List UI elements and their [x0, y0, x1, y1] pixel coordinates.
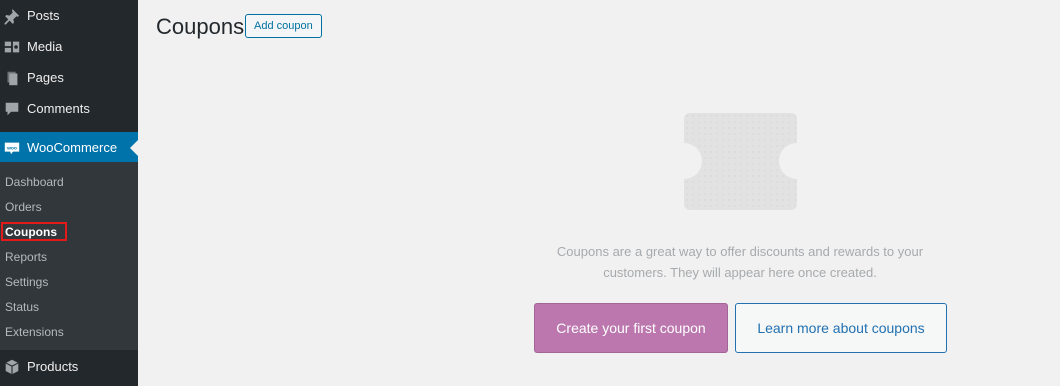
sidebar-item-label: Media	[27, 39, 63, 54]
sidebar-item-label: Pages	[27, 70, 64, 85]
sidebar-item-pages[interactable]: Pages	[0, 62, 138, 93]
sidebar-item-label: Products	[27, 359, 79, 374]
products-icon	[3, 358, 21, 376]
pages-icon	[3, 69, 21, 87]
submenu-item-extensions[interactable]: Extensions	[5, 322, 64, 342]
sidebar-item-woocommerce[interactable]: woo WooCommerce	[0, 132, 138, 163]
empty-state-line-2: customers. They will appear here once cr…	[603, 265, 877, 280]
woocommerce-icon: woo	[3, 139, 21, 157]
sidebar-item-products[interactable]: Products	[0, 351, 138, 382]
woocommerce-submenu: Dashboard Orders Coupons Reports Setting…	[0, 162, 138, 350]
sidebar-item-label: Comments	[27, 101, 90, 116]
media-icon	[3, 38, 21, 56]
pin-icon	[3, 7, 21, 25]
sidebar-item-posts[interactable]: Posts	[0, 0, 138, 31]
svg-text:woo: woo	[6, 146, 17, 151]
submenu-item-reports[interactable]: Reports	[5, 247, 47, 267]
sidebar-item-label: WooCommerce	[27, 140, 118, 155]
sidebar-item-label: Posts	[27, 8, 60, 23]
empty-state-message: Coupons are a great way to offer discoun…	[520, 241, 960, 283]
submenu-item-settings[interactable]: Settings	[5, 272, 48, 292]
create-first-coupon-button[interactable]: Create your first coupon	[534, 303, 728, 353]
submenu-item-orders[interactable]: Orders	[5, 197, 42, 217]
add-coupon-button[interactable]: Add coupon	[245, 14, 322, 38]
comment-icon	[3, 100, 21, 118]
submenu-item-status[interactable]: Status	[5, 297, 39, 317]
submenu-item-dashboard[interactable]: Dashboard	[5, 172, 64, 192]
sidebar-item-comments[interactable]: Comments	[0, 93, 138, 124]
empty-state-line-1: Coupons are a great way to offer discoun…	[556, 244, 924, 259]
admin-sidebar: Posts Media Pages Comments woo WooCommer…	[0, 0, 138, 386]
coupon-ticket-icon	[684, 113, 797, 210]
coupons-highlight-box	[1, 222, 67, 241]
learn-more-coupons-button[interactable]: Learn more about coupons	[735, 303, 947, 353]
sidebar-item-media[interactable]: Media	[0, 31, 138, 62]
page-title: Coupons	[156, 14, 245, 39]
